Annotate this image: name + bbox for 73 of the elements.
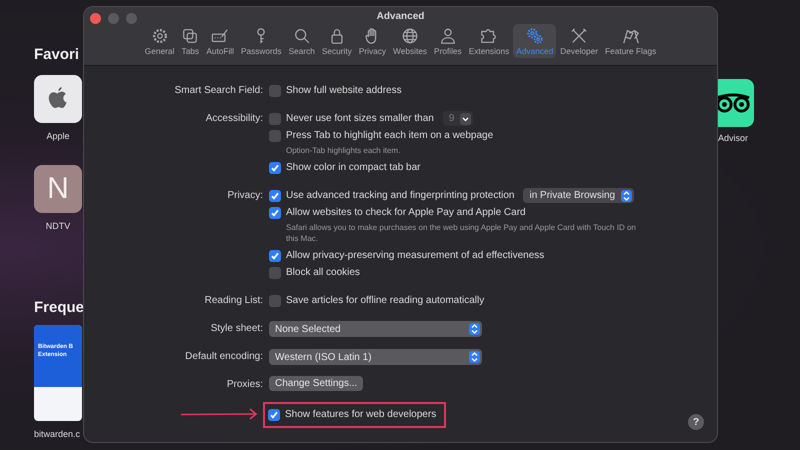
- form-icon: [211, 27, 230, 45]
- close-button[interactable]: [90, 13, 101, 24]
- setting-label: Proxies:: [226, 378, 263, 392]
- stepper-icon: [621, 190, 632, 202]
- toolbar-tab[interactable]: Privacy: [356, 24, 390, 58]
- tools-icon: [570, 27, 588, 45]
- toolbar-tab[interactable]: General: [142, 24, 178, 58]
- checkbox[interactable]: [269, 250, 281, 262]
- flags-icon: [622, 27, 640, 45]
- toolbar-tab[interactable]: Websites: [390, 24, 430, 58]
- checkbox[interactable]: [269, 294, 281, 306]
- toolbar-tab[interactable]: Extensions: [466, 24, 512, 58]
- checkbox-option[interactable]: Show features for web developers: [263, 402, 446, 428]
- toolbar-tab[interactable]: Advanced: [513, 24, 556, 58]
- toolbar-tab[interactable]: AutoFill: [203, 24, 237, 58]
- setting-label: Accessibility:: [204, 112, 263, 126]
- checkbox[interactable]: [269, 130, 281, 142]
- help-text: Safari allows you to make purchases on the web using Apple Pay and Apple Card with Touch ID on this Mac.: [285, 222, 637, 245]
- search-icon: [292, 27, 311, 45]
- setting-label: Privacy:: [226, 189, 263, 203]
- bookmark-tile[interactable]: [34, 75, 82, 123]
- gear-icon: [150, 27, 169, 45]
- checkbox-option[interactable]: Show color in compact tab bar: [269, 162, 421, 174]
- checkbox[interactable]: [269, 266, 281, 278]
- toolbar-tab[interactable]: Security: [318, 24, 355, 58]
- globe-icon: [401, 27, 420, 45]
- gears-icon: [526, 27, 544, 45]
- toolbar-tab[interactable]: Profiles: [431, 24, 465, 58]
- toolbar-tab[interactable]: Tabs: [178, 24, 202, 58]
- section-heading: Favori: [34, 46, 80, 63]
- stepper-icon: [469, 351, 480, 363]
- checkbox[interactable]: [269, 84, 281, 96]
- section-heading: Freque: [34, 299, 83, 316]
- checkbox[interactable]: [269, 112, 281, 124]
- toolbar-tab[interactable]: Developer: [557, 24, 602, 58]
- toolbar-tab[interactable]: Search: [286, 24, 318, 58]
- checkbox-option[interactable]: Show full website address: [269, 84, 402, 96]
- bookmark-label: Advisor: [718, 133, 750, 143]
- checkbox-option[interactable]: Never use font sizes smaller than: [269, 112, 434, 124]
- bookmark-tile[interactable]: [718, 79, 754, 127]
- setting-label: Reading List:: [204, 294, 263, 308]
- bookmark-label: bitwarden.c: [34, 429, 82, 439]
- checkbox-option[interactable]: Block all cookies: [269, 266, 360, 278]
- tabs-icon: [181, 27, 200, 45]
- bookmark-tile[interactable]: N: [34, 165, 82, 213]
- dropdown[interactable]: None Selected: [269, 321, 482, 337]
- puzzle-icon: [480, 27, 498, 45]
- help-button[interactable]: ?: [688, 414, 704, 430]
- dropdown[interactable]: Western (ISO Latin 1): [269, 349, 482, 365]
- setting-label: Style sheet:: [210, 322, 263, 336]
- bookmark-label: NDTV: [46, 221, 70, 231]
- toolbar-tab[interactable]: Passwords: [238, 24, 285, 58]
- person-icon: [438, 27, 457, 45]
- change-settings-button[interactable]: Change Settings...: [269, 376, 364, 391]
- stepper-icon: [469, 323, 480, 335]
- setting-label: Default encoding:: [184, 350, 263, 364]
- help-text: Option-Tab highlights each item.: [285, 145, 402, 157]
- dropdown[interactable]: in Private Browsing: [523, 188, 634, 203]
- checkbox-option[interactable]: Allow privacy-preserving measurement of ad effectiveness: [269, 250, 544, 262]
- chevron-icon: [460, 112, 472, 124]
- checkbox[interactable]: [269, 162, 281, 174]
- checkbox[interactable]: [269, 190, 281, 202]
- setting-label: Smart Search Field:: [174, 84, 263, 98]
- window-title: Advanced: [376, 10, 424, 22]
- toolbar-tab[interactable]: Feature Flags: [602, 24, 660, 58]
- checkbox-option[interactable]: Press Tab to highlight each item on a webpage: [269, 130, 494, 142]
- checkbox-option[interactable]: Save articles for offline reading automatically: [269, 294, 484, 306]
- bookmark-label: Apple: [46, 131, 70, 141]
- owl-eyes-icon: [718, 92, 752, 114]
- checkbox-option[interactable]: Use advanced tracking and fingerprinting protection: [269, 190, 514, 202]
- checkbox[interactable]: [268, 408, 280, 420]
- checkbox[interactable]: [269, 206, 281, 218]
- checkbox-option[interactable]: Allow websites to check for Apple Pay and Apple Card: [269, 206, 526, 218]
